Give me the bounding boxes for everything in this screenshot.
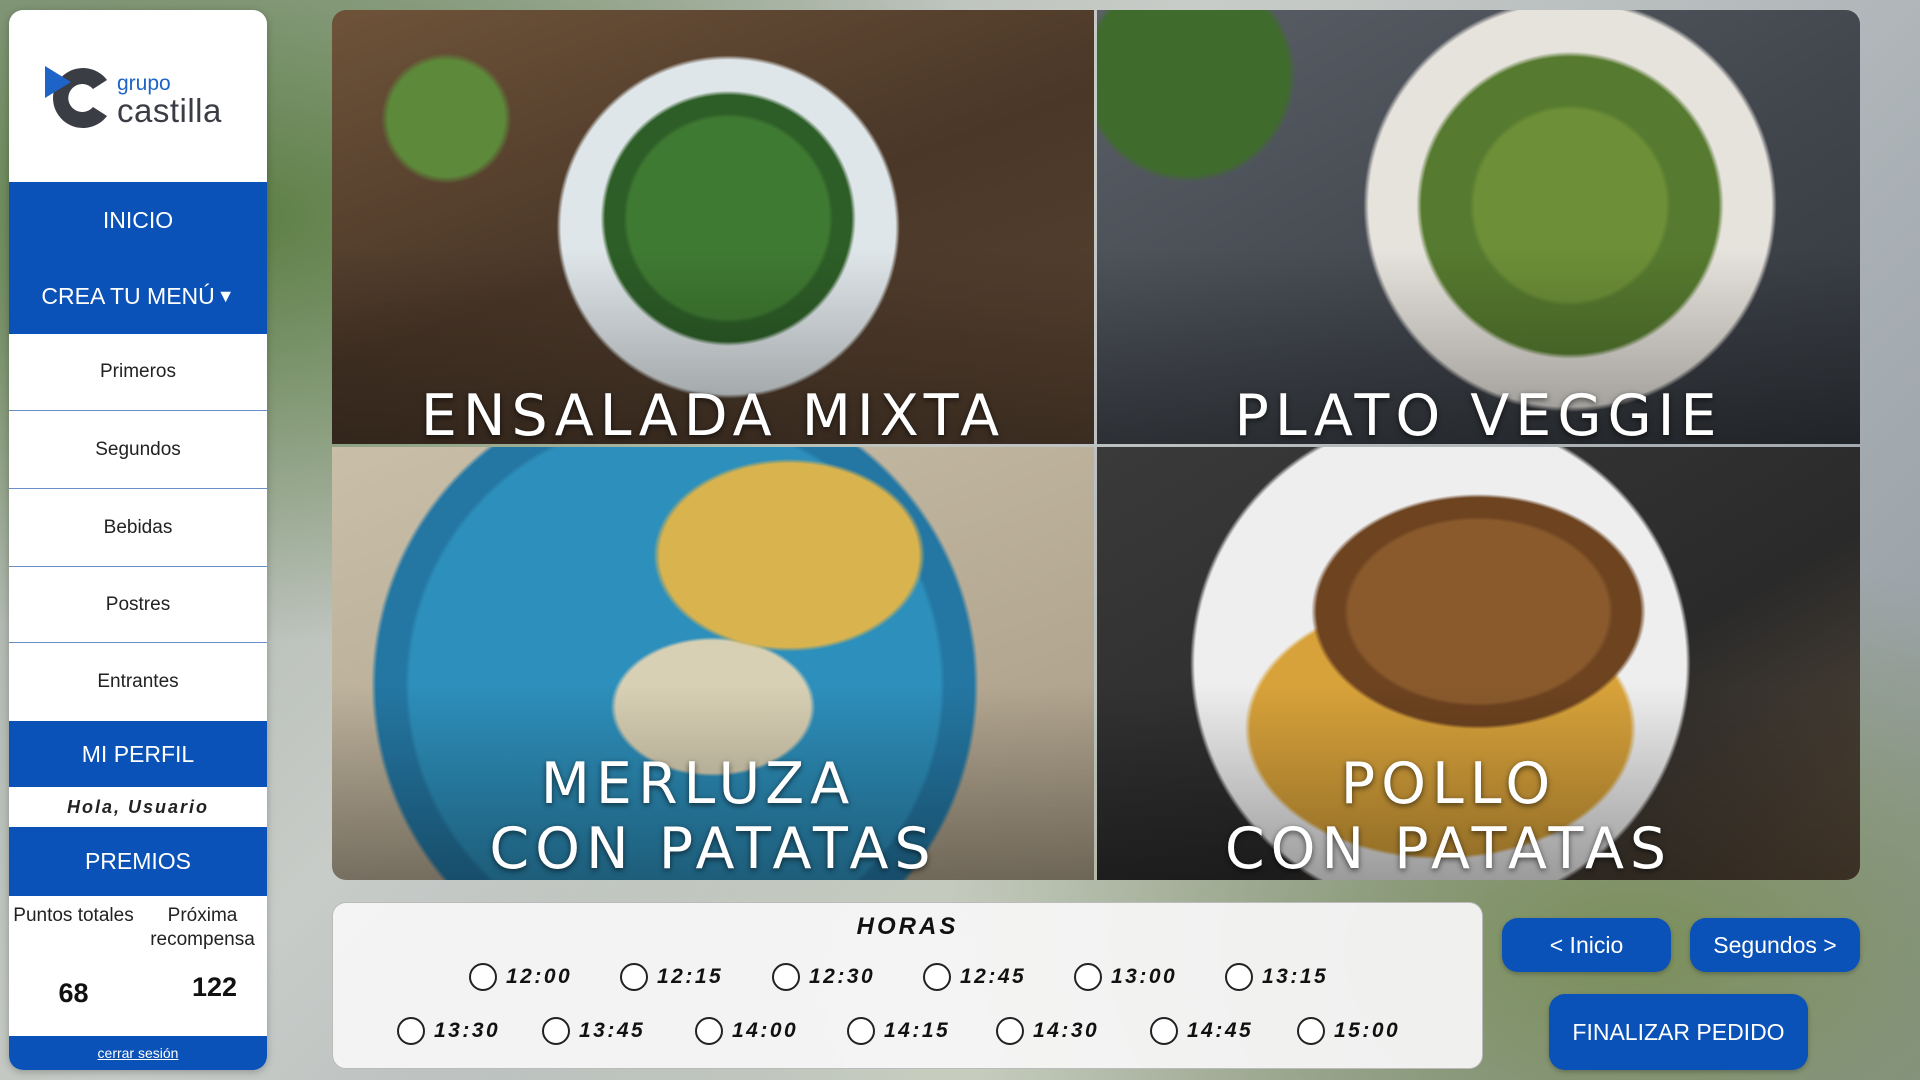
brand-name: castilla: [117, 92, 222, 129]
next-reward-label: Próxima recompensa: [150, 905, 255, 950]
dish-grid: ENSALADA MIXTA PLATO VEGGIE MERLUZA CON …: [332, 10, 1860, 880]
radio-button[interactable]: [469, 963, 497, 991]
points-total-label: Puntos totales: [13, 905, 134, 926]
time-slot[interactable]: 12:00: [469, 963, 572, 991]
back-home-button[interactable]: < Inicio: [1502, 918, 1671, 972]
radio-button[interactable]: [1150, 1017, 1178, 1045]
time-slot[interactable]: 14:45: [1150, 1017, 1253, 1045]
radio-button[interactable]: [996, 1017, 1024, 1045]
time-slot[interactable]: 15:00: [1297, 1017, 1400, 1045]
dish-tile-ensalada-mixta[interactable]: ENSALADA MIXTA: [332, 10, 1094, 444]
time-slot[interactable]: 13:15: [1225, 963, 1328, 991]
logout-link[interactable]: cerrar sesión: [98, 1045, 179, 1061]
nav-profile[interactable]: MI PERFIL: [9, 721, 267, 787]
dish-title-line1: POLLO: [1340, 751, 1557, 817]
next-segundos-button[interactable]: Segundos >: [1690, 918, 1860, 972]
time-slot[interactable]: 12:15: [620, 963, 723, 991]
nav-rewards[interactable]: PREMIOS: [9, 827, 267, 896]
time-slot[interactable]: 13:00: [1074, 963, 1177, 991]
nav-create-menu[interactable]: CREA TU MENÚ ▼: [9, 258, 267, 334]
greeting: Hola, Usuario: [66, 796, 210, 817]
sidebar-item-segundos[interactable]: Segundos: [9, 411, 267, 489]
sidebar-item-entrantes[interactable]: Entrantes: [9, 643, 267, 721]
sidebar-item-postres[interactable]: Postres: [9, 567, 267, 643]
dish-tile-plato-veggie[interactable]: PLATO VEGGIE: [1097, 10, 1860, 444]
sidebar-item-bebidas[interactable]: Bebidas: [9, 489, 267, 567]
dish-tile-merluza[interactable]: MERLUZA CON PATATAS: [332, 447, 1094, 880]
chevron-down-icon: ▼: [216, 285, 235, 306]
dish-title-line2: CON PATATAS: [1224, 816, 1673, 881]
points-panel: Puntos totales Próxima recompensa 68 122: [9, 896, 267, 1037]
time-slot[interactable]: 12:30: [772, 963, 875, 991]
next-reward-value: 122: [191, 972, 238, 1002]
radio-button[interactable]: [1074, 963, 1102, 991]
radio-button[interactable]: [923, 963, 951, 991]
logo: grupo castilla: [9, 10, 267, 182]
time-slot[interactable]: 14:00: [695, 1017, 798, 1045]
radio-button[interactable]: [1297, 1017, 1325, 1045]
time-slot[interactable]: 13:30: [397, 1017, 500, 1045]
time-slot[interactable]: 14:30: [996, 1017, 1099, 1045]
hours-panel: HORAS 12:00 12:15 12:30 12:45 13:00 13:1…: [332, 902, 1483, 1069]
radio-button[interactable]: [847, 1017, 875, 1045]
finish-order-button[interactable]: FINALIZAR PEDIDO: [1549, 994, 1808, 1070]
points-total-value: 68: [58, 978, 89, 1008]
dish-title-line2: CON PATATAS: [489, 816, 937, 881]
dish-title-line1: MERLUZA: [540, 751, 856, 817]
brand-logo-icon: [45, 66, 107, 128]
radio-button[interactable]: [397, 1017, 425, 1045]
sidebar-item-primeros[interactable]: Primeros: [9, 334, 267, 411]
time-slot[interactable]: 12:45: [923, 963, 1026, 991]
hours-title: HORAS: [856, 913, 959, 940]
dish-tile-pollo[interactable]: POLLO CON PATATAS: [1097, 447, 1860, 880]
nav-home[interactable]: INICIO: [9, 182, 267, 258]
radio-button[interactable]: [1225, 963, 1253, 991]
radio-button[interactable]: [620, 963, 648, 991]
time-slot[interactable]: 14:15: [847, 1017, 950, 1045]
nav-create-menu-label: CREA TU MENÚ: [41, 282, 215, 309]
sidebar: grupo castilla INICIO CREA TU MENÚ ▼ Prim…: [9, 10, 267, 1070]
dish-title: ENSALADA MIXTA: [420, 383, 1006, 445]
dish-title: PLATO VEGGIE: [1234, 383, 1723, 445]
logout-bar: cerrar sesión: [9, 1036, 267, 1070]
radio-button[interactable]: [695, 1017, 723, 1045]
radio-button[interactable]: [772, 963, 800, 991]
time-slot[interactable]: 13:45: [542, 1017, 645, 1045]
radio-button[interactable]: [542, 1017, 570, 1045]
